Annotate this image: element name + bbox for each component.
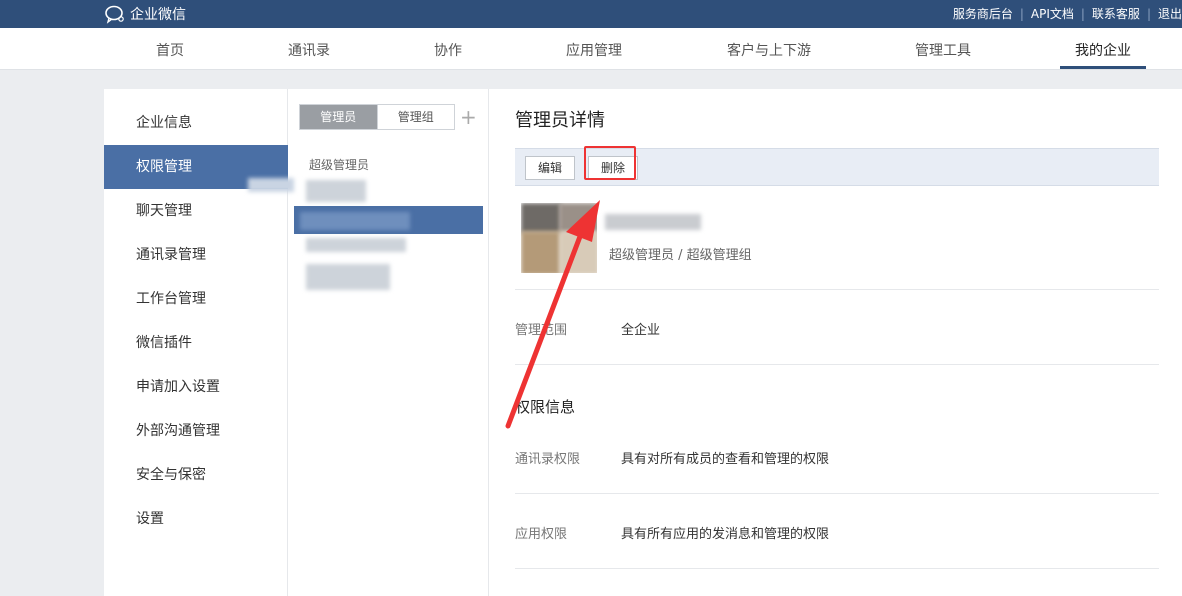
- admin-role: 超级管理员 / 超级管理组: [609, 248, 752, 263]
- admin-tabs: 管理员 管理组: [299, 104, 455, 130]
- sidebar-item-external-communication[interactable]: 外部沟通管理: [104, 409, 288, 453]
- separator: |: [1080, 6, 1085, 21]
- sidebar-item-enterprise-info[interactable]: 企业信息: [104, 101, 288, 145]
- nav-home[interactable]: 首页: [156, 40, 184, 60]
- logo[interactable]: 企业微信: [104, 4, 186, 24]
- edit-button[interactable]: 编辑: [525, 156, 576, 180]
- nav-active-indicator: [1060, 66, 1146, 69]
- top-bar: 企业微信 服务商后台 | API文档 | 联系客服 | 退出: [0, 0, 1182, 28]
- link-api-docs[interactable]: API文档: [1031, 5, 1074, 22]
- nav-contacts[interactable]: 通讯录: [288, 40, 330, 60]
- tab-admin-groups[interactable]: 管理组: [376, 105, 454, 129]
- plus-icon[interactable]: +: [460, 104, 477, 130]
- annotation-highlight: [584, 146, 636, 180]
- list-item-blurred[interactable]: [306, 264, 390, 290]
- top-links: 服务商后台 | API文档 | 联系客服 | 退出: [953, 5, 1182, 22]
- blurred-admin-name: [605, 214, 701, 230]
- link-logout[interactable]: 退出: [1158, 5, 1182, 22]
- wecom-logo-icon: [105, 5, 124, 24]
- group-label-super-admin: 超级管理员: [309, 158, 370, 172]
- sidebar-item-join-settings[interactable]: 申请加入设置: [104, 365, 288, 409]
- sidebar-item-contacts-management[interactable]: 通讯录管理: [104, 233, 288, 277]
- main-nav: 首页 通讯录 协作 应用管理 客户与上下游 管理工具 我的企业: [0, 28, 1182, 70]
- contacts-permission-value: 具有对所有成员的查看和管理的权限: [621, 452, 830, 467]
- sidebar-item-settings[interactable]: 设置: [104, 497, 288, 541]
- sidebar-item-workbench-management[interactable]: 工作台管理: [104, 277, 288, 321]
- divider: [515, 568, 1159, 569]
- blurred-name: [300, 212, 410, 230]
- nav-collaboration[interactable]: 协作: [434, 40, 462, 60]
- blurred-name: [248, 178, 294, 192]
- separator: |: [1019, 6, 1024, 21]
- divider: [515, 364, 1159, 365]
- page-title: 管理员详情: [515, 110, 605, 131]
- app-name: 企业微信: [130, 7, 186, 23]
- link-contact-support[interactable]: 联系客服: [1092, 5, 1140, 22]
- scope-value: 全企业: [621, 323, 661, 338]
- annotation-arrow-icon: [505, 200, 600, 429]
- sidebar-item-chat-management[interactable]: 聊天管理: [104, 189, 288, 233]
- divider: [515, 289, 1159, 290]
- nav-my-enterprise[interactable]: 我的企业: [1075, 40, 1131, 60]
- contacts-permission-label: 通讯录权限: [515, 452, 581, 467]
- divider: [515, 493, 1159, 494]
- list-item-blurred[interactable]: [306, 180, 366, 202]
- app-permission-label: 应用权限: [515, 527, 568, 542]
- app-permission-value: 具有所有应用的发消息和管理的权限: [621, 527, 830, 542]
- nav-app-management[interactable]: 应用管理: [566, 40, 622, 60]
- nav-customers[interactable]: 客户与上下游: [727, 40, 811, 60]
- nav-management-tools[interactable]: 管理工具: [915, 40, 971, 60]
- list-item-blurred[interactable]: [306, 238, 406, 252]
- tab-admins[interactable]: 管理员: [300, 105, 377, 129]
- sidebar-item-wechat-plugin[interactable]: 微信插件: [104, 321, 288, 365]
- link-service-console[interactable]: 服务商后台: [953, 5, 1013, 22]
- separator: |: [1146, 6, 1151, 21]
- sidebar: 企业信息 权限管理 聊天管理 通讯录管理 工作台管理 微信插件 申请加入设置 外…: [104, 89, 288, 596]
- sidebar-item-security[interactable]: 安全与保密: [104, 453, 288, 497]
